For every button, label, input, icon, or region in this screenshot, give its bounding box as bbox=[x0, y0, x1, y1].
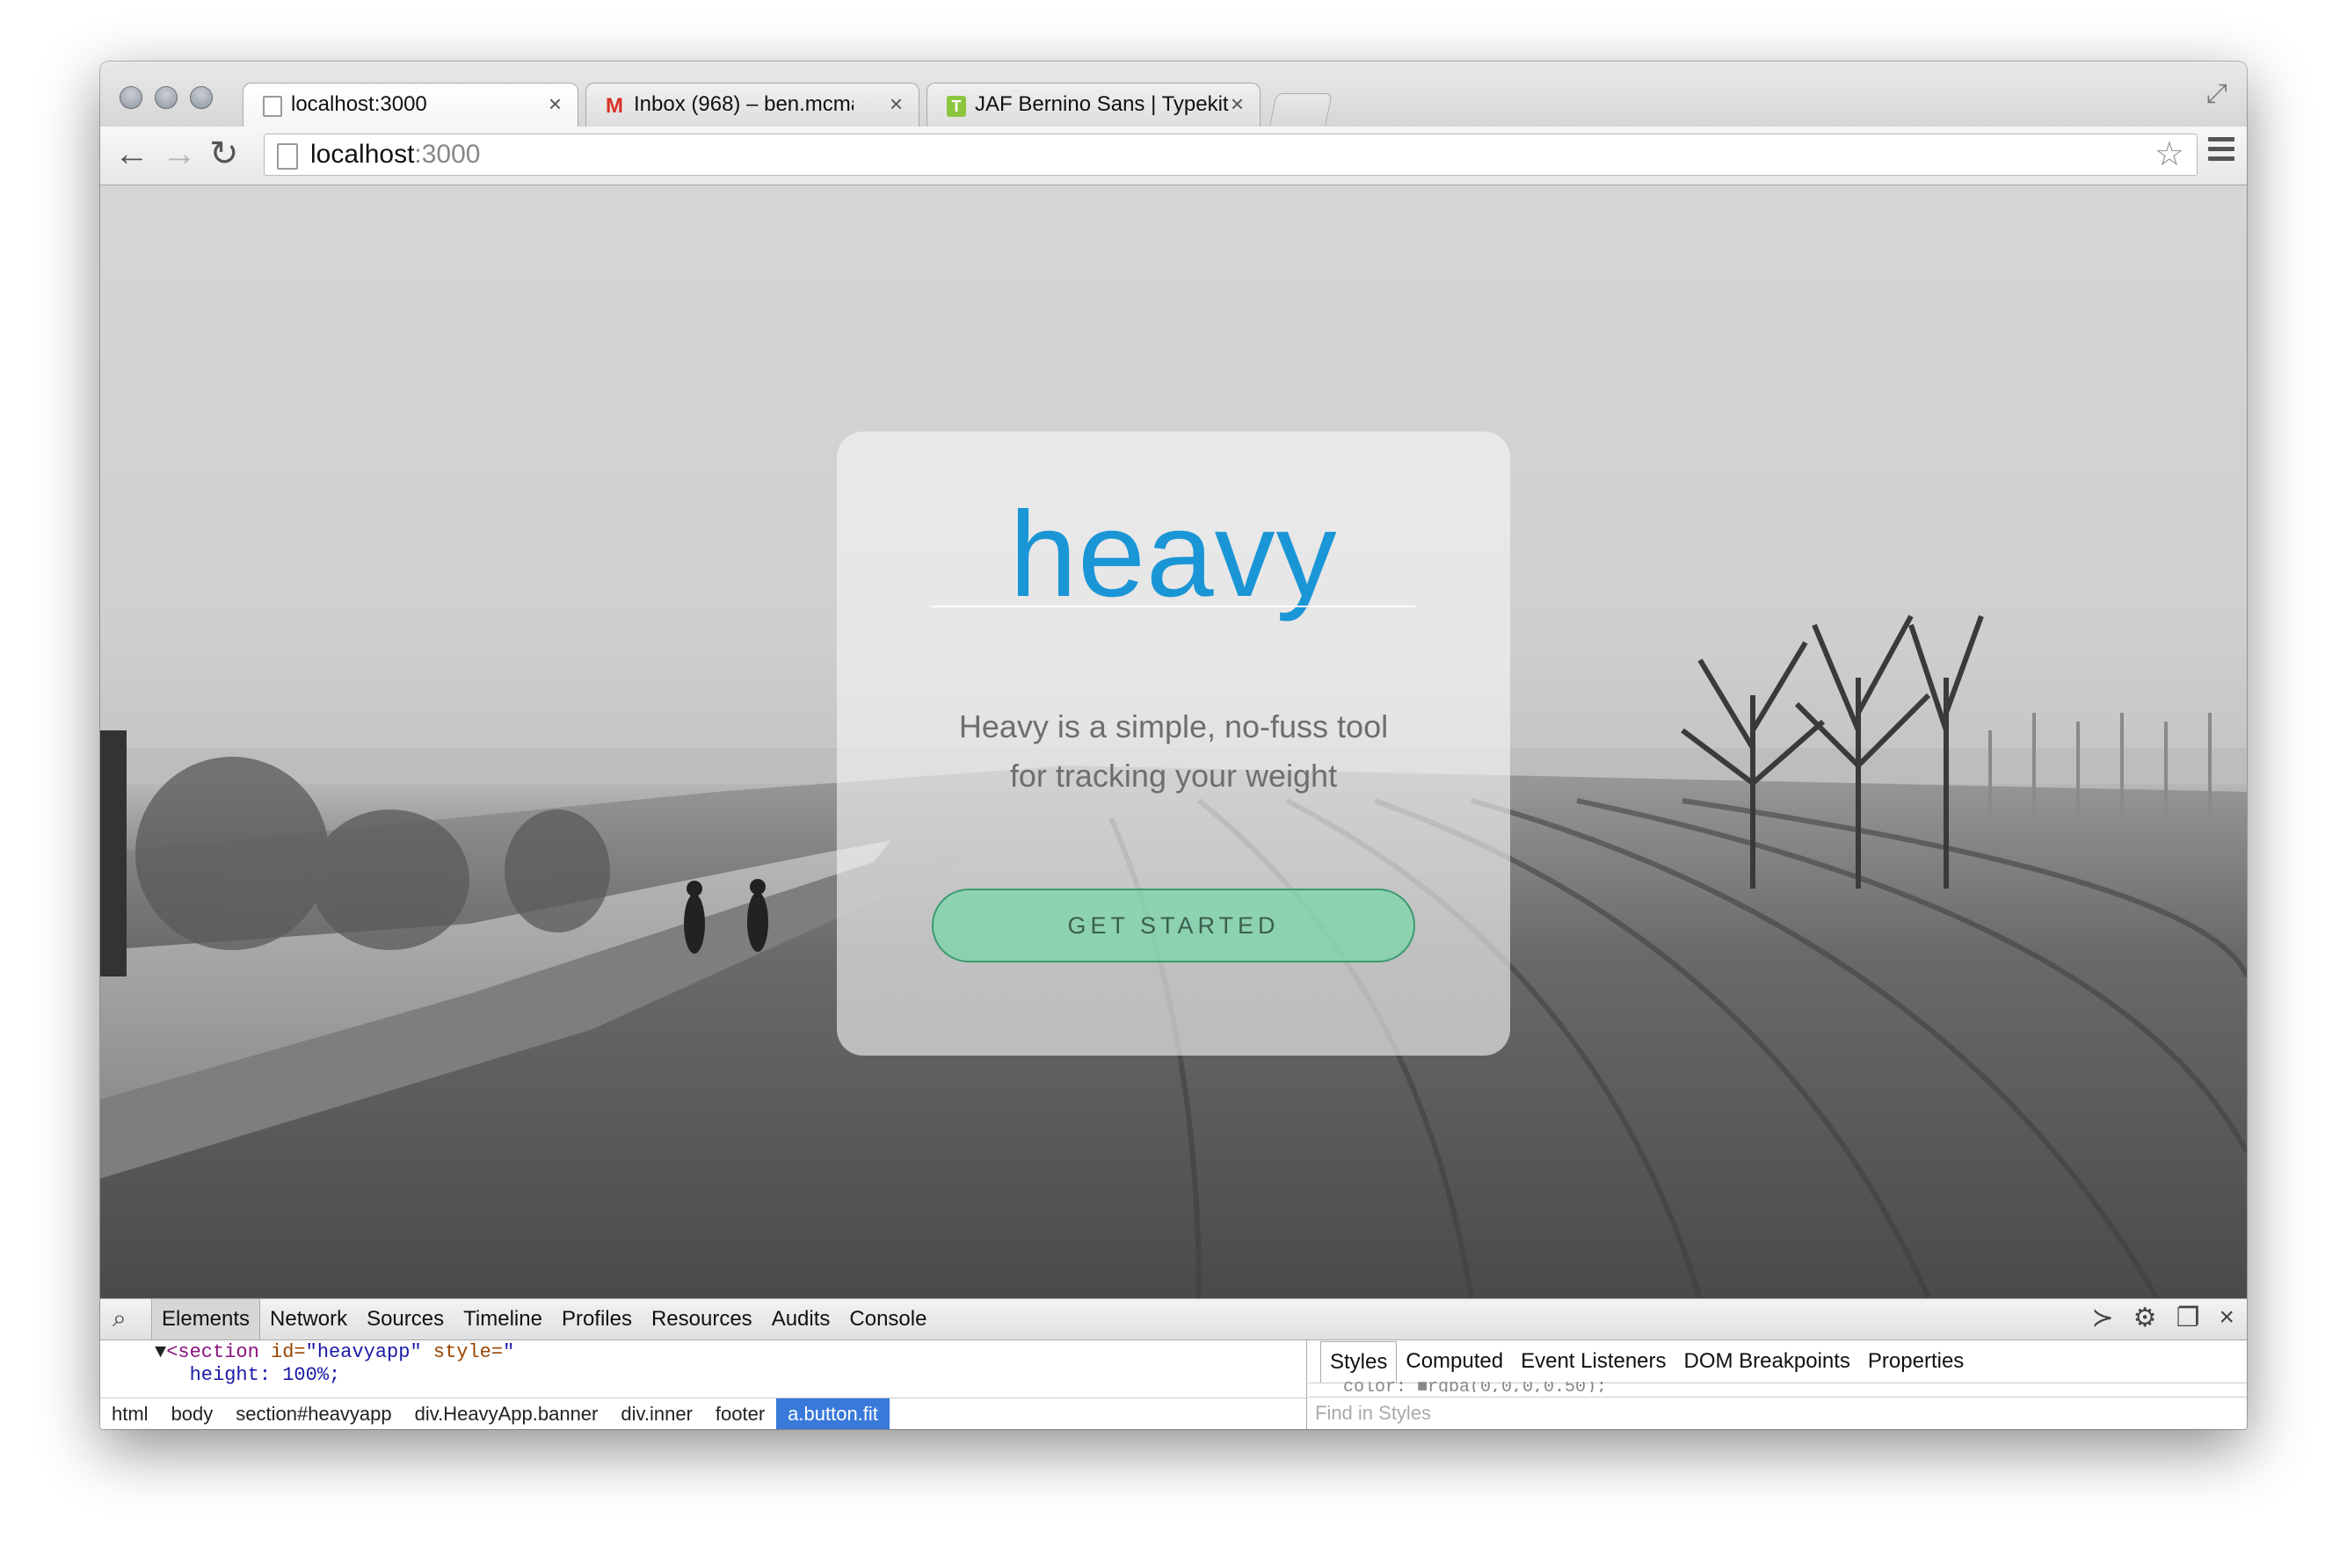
tab-computed[interactable]: Computed bbox=[1397, 1341, 1512, 1383]
minimize-window-button[interactable] bbox=[155, 86, 178, 109]
tab-properties[interactable]: Properties bbox=[1859, 1341, 1973, 1383]
styles-sidebar: Styles Computed Event Listeners DOM Brea… bbox=[1308, 1339, 2247, 1429]
page-icon bbox=[277, 143, 298, 170]
elements-pane: ▼<section id="heavyapp" style=" height: … bbox=[100, 1339, 1307, 1429]
gmail-icon: M bbox=[606, 94, 623, 118]
app-logo: heavy bbox=[1009, 487, 1338, 622]
page-viewport: heavy Heavy is a simple, no-fuss tool fo… bbox=[100, 185, 2247, 1298]
tab-styles[interactable]: Styles bbox=[1320, 1341, 1398, 1383]
tab-title: Inbox (968) – ben.mcmahe bbox=[634, 92, 854, 116]
code-attr-id: id= bbox=[271, 1341, 306, 1363]
tab-inbox[interactable]: M Inbox (968) – ben.mcmahe × bbox=[585, 83, 919, 127]
bookmark-star-icon[interactable]: ☆ bbox=[2154, 134, 2184, 174]
code-id-value: "heavyapp" bbox=[305, 1341, 422, 1363]
close-tab-icon[interactable]: × bbox=[1231, 91, 1244, 118]
code-style-line: height: 100%; bbox=[189, 1364, 341, 1386]
close-tab-icon[interactable]: × bbox=[549, 91, 562, 118]
new-tab-button[interactable] bbox=[1269, 93, 1333, 126]
dom-tree[interactable]: ▼<section id="heavyapp" style=" height: … bbox=[155, 1341, 514, 1387]
menu-icon[interactable] bbox=[2208, 137, 2234, 166]
tab-console[interactable]: Console bbox=[839, 1299, 936, 1339]
address-bar[interactable]: localhost:3000 ☆ bbox=[264, 134, 2198, 176]
close-icon[interactable]: × bbox=[2219, 1303, 2234, 1333]
tab-resources[interactable]: Resources bbox=[642, 1299, 762, 1339]
tagline: Heavy is a simple, no-fuss tool for trac… bbox=[837, 702, 1510, 801]
tab-strip: T JAF Bernino Sans | Typekit × M Inbox (… bbox=[100, 62, 2247, 127]
find-in-styles-input[interactable]: Find in Styles bbox=[1308, 1397, 2247, 1429]
devtools-toolbar: ⌕ Elements Network Sources Timeline Prof… bbox=[100, 1299, 2247, 1340]
tab-localhost[interactable]: localhost:3000 × bbox=[243, 83, 578, 127]
tab-typekit[interactable]: T JAF Bernino Sans | Typekit × bbox=[926, 83, 1261, 127]
tab-sources[interactable]: Sources bbox=[357, 1299, 454, 1339]
browser-window: T JAF Bernino Sans | Typekit × M Inbox (… bbox=[100, 62, 2247, 1429]
close-tab-icon[interactable]: × bbox=[890, 91, 903, 118]
tagline-line-2: for tracking your weight bbox=[1009, 758, 1338, 794]
breadcrumb-item[interactable]: html bbox=[100, 1398, 160, 1429]
close-window-button[interactable] bbox=[120, 86, 142, 109]
address-host: localhost bbox=[310, 140, 415, 169]
tab-network[interactable]: Network bbox=[260, 1299, 357, 1339]
tab-title: localhost:3000 bbox=[291, 92, 427, 116]
devtools-actions: ≻ ⚙ ❐ × bbox=[2092, 1303, 2234, 1333]
code-style-open: " bbox=[503, 1341, 515, 1363]
forward-icon[interactable]: → bbox=[162, 132, 197, 176]
inspect-search-icon[interactable]: ⌕ bbox=[113, 1304, 127, 1333]
tab-elements[interactable]: Elements bbox=[151, 1299, 261, 1339]
breadcrumb-item[interactable]: footer bbox=[704, 1398, 776, 1429]
tab-title: JAF Bernino Sans | Typekit bbox=[975, 92, 1229, 116]
dock-icon[interactable]: ❐ bbox=[2176, 1303, 2200, 1333]
intro-card: heavy Heavy is a simple, no-fuss tool fo… bbox=[837, 432, 1510, 1056]
logo-underline bbox=[932, 606, 1415, 607]
sidebar-tabs: Styles Computed Event Listeners DOM Brea… bbox=[1308, 1341, 2247, 1383]
back-icon[interactable]: ← bbox=[114, 132, 149, 176]
get-started-button[interactable]: GET STARTED bbox=[932, 889, 1415, 962]
breadcrumb-item[interactable]: body bbox=[160, 1398, 225, 1429]
devtools-tabs: Elements Network Sources Timeline Profil… bbox=[151, 1299, 936, 1339]
address-port: :3000 bbox=[414, 140, 481, 169]
console-drawer-icon[interactable]: ≻ bbox=[2092, 1303, 2114, 1333]
zoom-window-button[interactable] bbox=[190, 86, 213, 109]
devtools-panel: ⌕ Elements Network Sources Timeline Prof… bbox=[100, 1298, 2247, 1429]
tab-dom-breakpoints[interactable]: DOM Breakpoints bbox=[1675, 1341, 1859, 1383]
code-attr-style: style= bbox=[432, 1341, 504, 1363]
code-tag: <section bbox=[166, 1341, 259, 1363]
breadcrumb-item[interactable]: section#heavyapp bbox=[224, 1398, 403, 1429]
fullscreen-icon[interactable]: ⤢ bbox=[2206, 79, 2227, 109]
reload-icon[interactable]: ↻ bbox=[209, 132, 239, 176]
gear-icon[interactable]: ⚙ bbox=[2133, 1303, 2157, 1333]
breadcrumb-item-selected[interactable]: a.button.fit bbox=[776, 1398, 890, 1429]
breadcrumb-item[interactable]: div.HeavyApp.banner bbox=[403, 1398, 610, 1429]
style-rule-fragment: color: ■rgba(0,0,0,0.50); bbox=[1343, 1382, 1608, 1392]
tab-event-listeners[interactable]: Event Listeners bbox=[1512, 1341, 1675, 1383]
typekit-icon: T bbox=[947, 96, 966, 117]
address-text: localhost:3000 bbox=[310, 140, 480, 170]
document-icon bbox=[263, 96, 282, 117]
tab-timeline[interactable]: Timeline bbox=[454, 1299, 552, 1339]
tab-audits[interactable]: Audits bbox=[762, 1299, 840, 1339]
browser-toolbar: ← → ↻ localhost:3000 ☆ bbox=[100, 127, 2247, 185]
breadcrumb-item[interactable]: div.inner bbox=[609, 1398, 704, 1429]
breadcrumb: html body section#heavyapp div.HeavyApp.… bbox=[100, 1397, 1306, 1429]
tagline-line-1: Heavy is a simple, no-fuss tool bbox=[958, 708, 1389, 744]
tab-profiles[interactable]: Profiles bbox=[552, 1299, 642, 1339]
